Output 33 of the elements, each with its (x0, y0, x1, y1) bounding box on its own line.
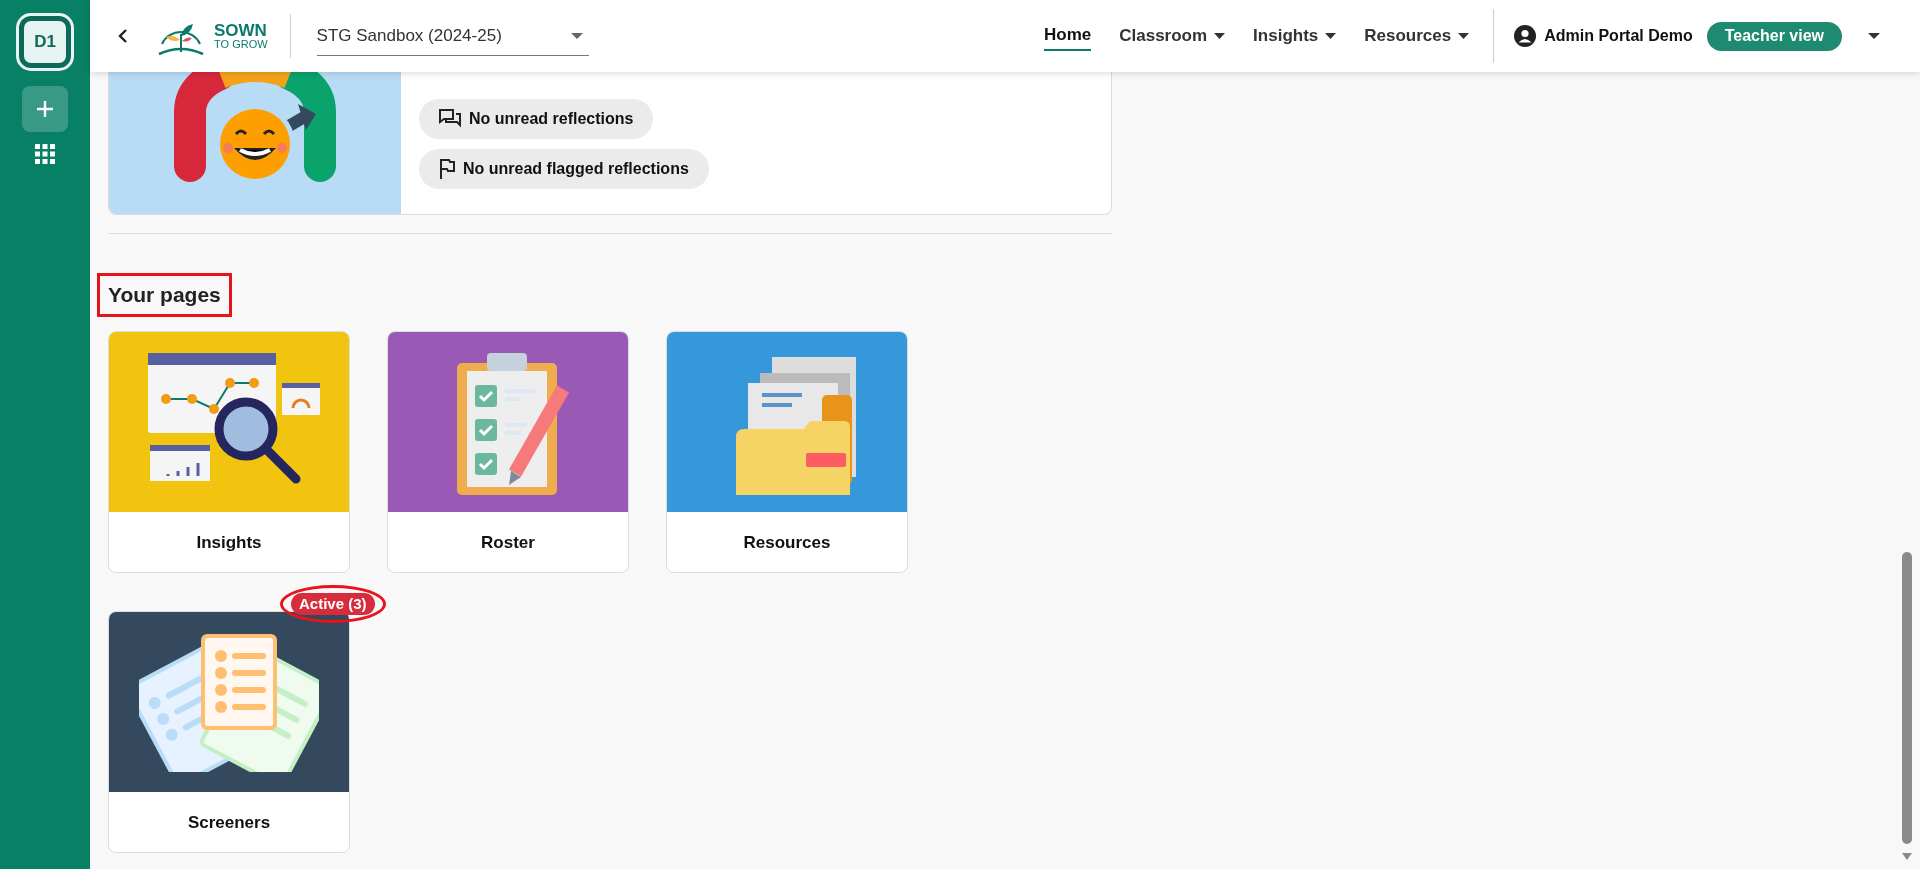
back-chevron-icon[interactable] (118, 28, 128, 44)
workspace-button[interactable]: D1 (19, 16, 71, 68)
tile-label: Resources (742, 532, 832, 555)
plus-icon (36, 100, 54, 118)
logo-subtext: TO GROW (214, 39, 268, 50)
caret-icon[interactable] (1868, 33, 1880, 39)
page-tile[interactable]: Insights (108, 331, 350, 573)
nav-link[interactable]: Resources (1364, 21, 1470, 51)
user-avatar-icon (1514, 25, 1537, 47)
apps-grid-icon[interactable] (35, 144, 55, 164)
user-name: Admin Portal Demo (1544, 26, 1693, 46)
add-button[interactable] (22, 86, 68, 132)
status-chip[interactable]: No unread flagged reflections (419, 149, 709, 189)
class-select[interactable]: STG Sandbox (2024-25) (316, 16, 589, 56)
teacher-view-button[interactable]: Teacher view (1706, 21, 1842, 51)
page-tile[interactable]: Roster (387, 331, 629, 573)
page-tile[interactable]: Screeners (108, 611, 350, 853)
tile-label: Roster (480, 532, 536, 555)
status-chip[interactable]: No unread reflections (419, 99, 654, 139)
flag-icon (439, 159, 455, 179)
scrollbar-thumb[interactable] (1902, 552, 1912, 844)
tile-label: Screeners (186, 812, 272, 835)
tile-label: Insights (195, 532, 263, 555)
chat-bubbles-icon (439, 109, 461, 129)
status-badge: Active (3) (291, 593, 375, 615)
caret-icon (570, 32, 583, 39)
nav-link[interactable]: Insights (1253, 21, 1337, 51)
nav-link[interactable]: Classroom (1119, 21, 1226, 51)
section-title: Your pages (100, 276, 229, 314)
nav-link[interactable]: Home (1044, 21, 1092, 51)
logo-text: SOWN (214, 22, 268, 39)
page-tile[interactable]: Resources (666, 331, 908, 573)
scroll-down-arrow-icon[interactable] (1902, 853, 1912, 860)
